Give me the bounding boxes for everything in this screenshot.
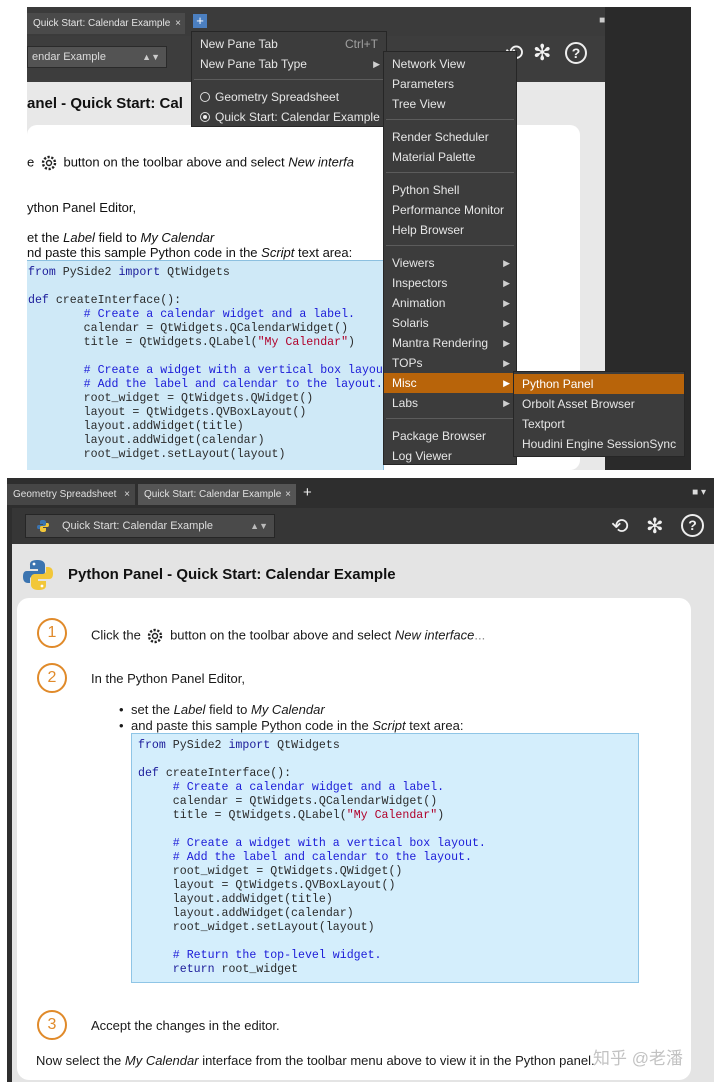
menu-item-python-panel[interactable]: Python Panel xyxy=(514,374,684,394)
tab-quick-start[interactable]: Quick Start: Calendar Example × xyxy=(27,13,185,34)
menu-item-parameters[interactable]: Parameters xyxy=(384,74,516,94)
step-number-2: 2 xyxy=(37,663,67,693)
menu-separator xyxy=(386,119,514,120)
menu-item-solaris[interactable]: Solaris ▶ xyxy=(384,313,516,333)
menu-item-viewers[interactable]: Viewers ▶ xyxy=(384,253,516,273)
bullet-label: et the Label field to My Calendar xyxy=(27,230,215,245)
submenu-arrow-icon: ▶ xyxy=(503,278,510,288)
menu-item-animation[interactable]: Animation ▶ xyxy=(384,293,516,313)
radio-checked-icon xyxy=(200,112,210,122)
step-number-3: 3 xyxy=(37,1010,67,1040)
menu-item-new-pane-tab-type[interactable]: New Pane Tab Type ▶ xyxy=(192,54,386,74)
menu-item-tree-view[interactable]: Tree View xyxy=(384,94,516,114)
submenu-arrow-icon: ▶ xyxy=(503,378,510,388)
page-title: Python Panel - Quick Start: Calendar Exa… xyxy=(68,566,396,583)
help-icon[interactable]: ? xyxy=(565,42,587,64)
step1-text: e button on the toolbar above and select… xyxy=(27,153,354,173)
top-screenshot: Quick Start: Calendar Example × + ■ ▾ en… xyxy=(27,7,691,470)
chevron-updown-icon: ▲▼ xyxy=(142,52,160,62)
step-number-1: 1 xyxy=(37,618,67,648)
page-title: anel - Quick Start: Cal xyxy=(27,95,183,112)
menu-item-tops[interactable]: TOPs ▶ xyxy=(384,353,516,373)
bottom-screenshot: Geometry Spreadsheet × Quick Start: Cale… xyxy=(7,478,714,1082)
shortcut-label: Ctrl+T xyxy=(345,37,378,51)
panel-toolbar: Quick Start: Calendar Example ▲▼ xyxy=(7,508,714,544)
bullet-script: nd paste this sample Python code in the … xyxy=(27,245,353,260)
pane-type-submenu: Network View Parameters Tree View Render… xyxy=(383,51,517,465)
radio-unchecked-icon xyxy=(200,92,210,102)
submenu-arrow-icon: ▶ xyxy=(503,338,510,348)
menu-separator xyxy=(386,172,514,173)
gear-icon[interactable]: ✻ xyxy=(533,40,551,66)
final-instruction: Now select the My Calendar interface fro… xyxy=(36,1053,595,1068)
menu-item-help-browser[interactable]: Help Browser xyxy=(384,220,516,240)
menu-item-geometry-spreadsheet[interactable]: Geometry Spreadsheet xyxy=(192,87,386,107)
combo-value: Quick Start: Calendar Example xyxy=(62,520,214,532)
gear-icon xyxy=(41,155,57,171)
gear-icon[interactable]: ✻ xyxy=(646,514,664,539)
submenu-arrow-icon: ▶ xyxy=(503,258,510,268)
help-icon[interactable]: ? xyxy=(681,514,704,537)
close-icon[interactable]: × xyxy=(285,484,291,505)
submenu-arrow-icon: ▶ xyxy=(503,398,510,408)
menu-item-material-palette[interactable]: Material Palette xyxy=(384,147,516,167)
menu-item-package-browser[interactable]: Package Browser xyxy=(384,426,516,446)
code-block[interactable]: from PySide2 import QtWidgets def create… xyxy=(131,733,639,983)
pane-tab-bar: Geometry Spreadsheet × Quick Start: Cale… xyxy=(7,478,714,508)
menu-item-network-view[interactable]: Network View xyxy=(384,54,516,74)
interface-combo[interactable]: Quick Start: Calendar Example ▲▼ xyxy=(25,514,275,538)
misc-submenu: Python Panel Orbolt Asset Browser Textpo… xyxy=(513,371,685,457)
menu-separator xyxy=(194,79,384,80)
tab-quick-start[interactable]: Quick Start: Calendar Example × xyxy=(138,484,296,505)
code-block[interactable]: from PySide2 import QtWidgets def create… xyxy=(27,260,397,470)
menu-item-inspectors[interactable]: Inspectors ▶ xyxy=(384,273,516,293)
interface-combo[interactable]: endar Example ▲▼ xyxy=(27,46,167,68)
menu-item-mantra-rendering[interactable]: Mantra Rendering ▶ xyxy=(384,333,516,353)
bullet-script: and paste this sample Python code in the… xyxy=(119,718,463,734)
menu-item-orbolt-asset-browser[interactable]: Orbolt Asset Browser xyxy=(514,394,684,414)
menu-item-log-viewer[interactable]: Log Viewer xyxy=(384,446,516,466)
combo-value: endar Example xyxy=(32,51,106,63)
tab-geometry-spreadsheet[interactable]: Geometry Spreadsheet × xyxy=(7,484,135,505)
menu-item-performance-monitor[interactable]: Performance Monitor xyxy=(384,200,516,220)
screenshot-collage: Quick Start: Calendar Example × + ■ ▾ en… xyxy=(0,0,719,1087)
submenu-arrow-icon: ▶ xyxy=(503,318,510,328)
menu-separator xyxy=(386,418,514,419)
submenu-arrow-icon: ▶ xyxy=(373,59,380,69)
step1-text: Click the button on the toolbar above an… xyxy=(91,626,485,646)
pane-menu-button[interactable]: ■ ▾ xyxy=(692,487,706,498)
new-tab-button[interactable]: + xyxy=(193,14,207,28)
step2-text: In the Python Panel Editor, xyxy=(91,671,245,686)
menu-item-misc[interactable]: Misc ▶ xyxy=(384,373,516,393)
step2-text: ython Panel Editor, xyxy=(27,200,137,215)
menu-separator xyxy=(386,245,514,246)
watermark: 知乎 @老潘 xyxy=(593,1049,683,1068)
new-tab-button[interactable]: + xyxy=(303,485,312,500)
python-logo-icon xyxy=(23,560,53,590)
menu-item-quick-start[interactable]: Quick Start: Calendar Example xyxy=(192,107,386,127)
plus-tab-menu: New Pane Tab Ctrl+T New Pane Tab Type ▶ … xyxy=(191,31,387,127)
menu-item-python-shell[interactable]: Python Shell xyxy=(384,180,516,200)
python-icon xyxy=(37,520,49,532)
step2-bullets: set the Label field to My Calendar and p… xyxy=(119,702,463,734)
menu-item-render-scheduler[interactable]: Render Scheduler xyxy=(384,127,516,147)
tab-label: Quick Start: Calendar Example xyxy=(33,18,171,29)
menu-item-textport[interactable]: Textport xyxy=(514,414,684,434)
menu-item-houdini-engine-sessionsync[interactable]: Houdini Engine SessionSync xyxy=(514,434,684,454)
bullet-label: set the Label field to My Calendar xyxy=(119,702,463,718)
step3-text: Accept the changes in the editor. xyxy=(91,1018,280,1033)
menu-item-labs[interactable]: Labs ▶ xyxy=(384,393,516,413)
submenu-arrow-icon: ▶ xyxy=(503,358,510,368)
chevron-updown-icon: ▲▼ xyxy=(250,521,268,531)
close-icon[interactable]: × xyxy=(175,13,181,34)
submenu-arrow-icon: ▶ xyxy=(503,298,510,308)
refresh-icon[interactable]: ⟲ xyxy=(611,514,629,539)
gear-icon xyxy=(148,628,163,644)
pane-border xyxy=(7,508,12,1082)
menu-item-new-pane-tab[interactable]: New Pane Tab Ctrl+T xyxy=(192,34,386,54)
close-icon[interactable]: × xyxy=(124,484,130,505)
